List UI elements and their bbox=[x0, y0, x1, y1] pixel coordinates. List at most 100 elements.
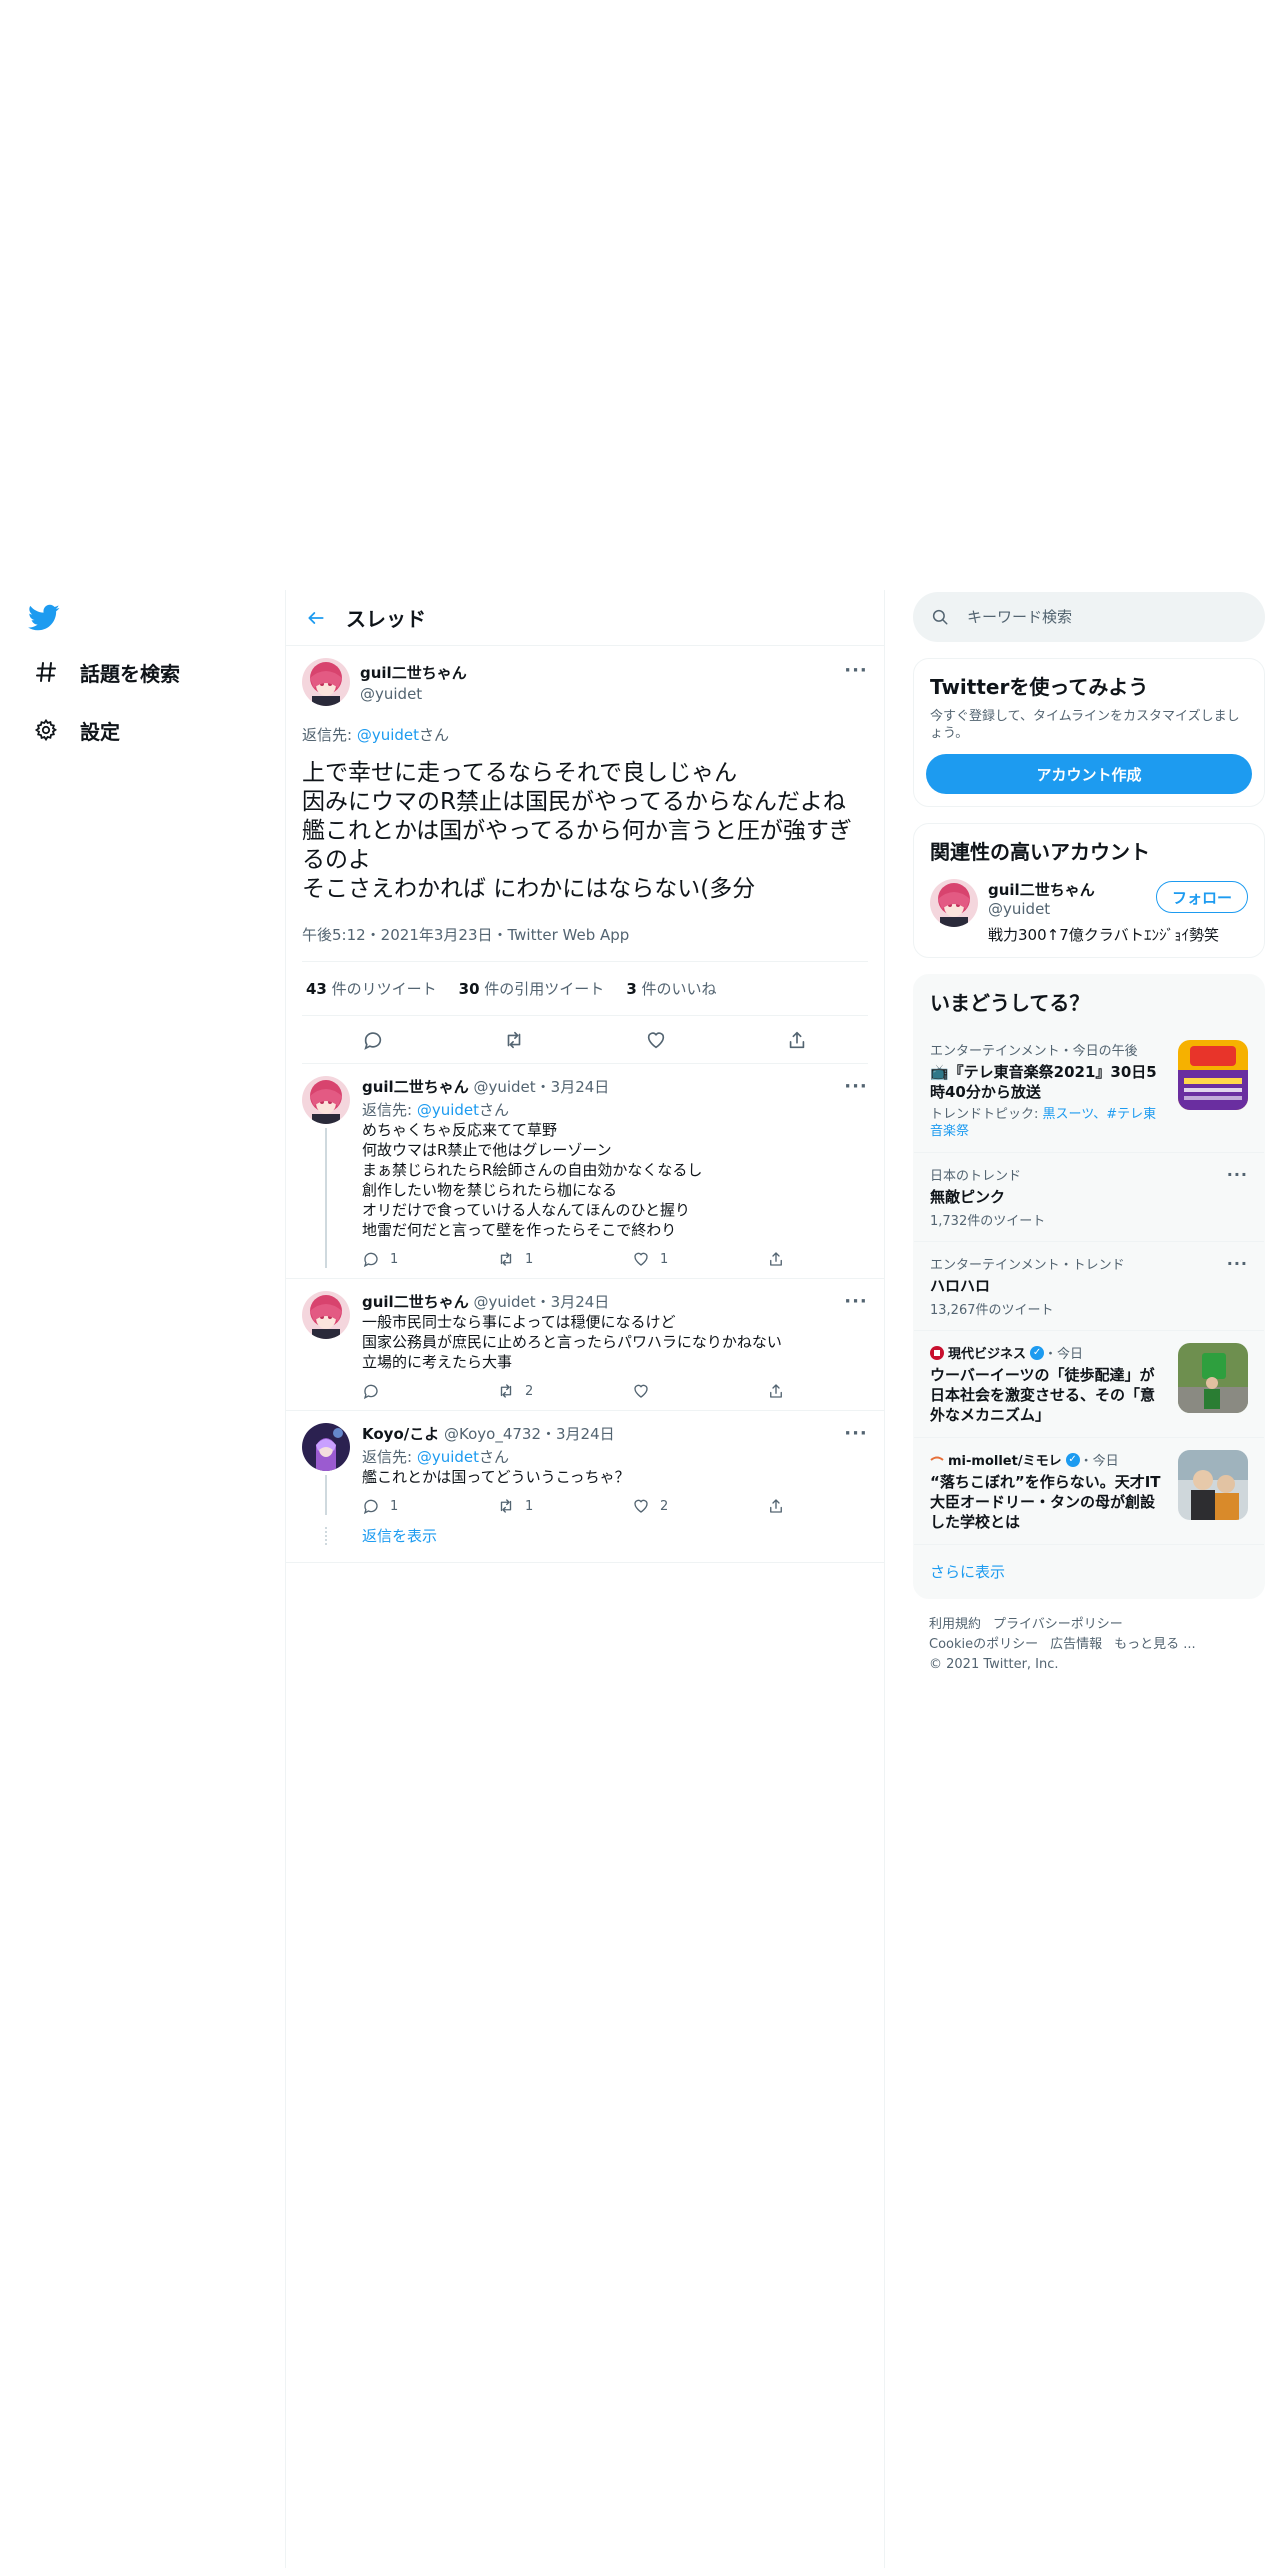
reply-to-handle[interactable]: @yuidet bbox=[417, 1448, 479, 1466]
like-icon[interactable] bbox=[639, 1023, 673, 1057]
author-name[interactable]: guil二世ちゃん bbox=[362, 1293, 469, 1311]
reply-button[interactable] bbox=[362, 1382, 497, 1400]
retweet-button[interactable]: 2 bbox=[497, 1382, 632, 1400]
arrow-left-icon bbox=[308, 611, 324, 624]
news-item[interactable]: 現代ビジネス ✓ ・今日 ウーバーイーツの「徒歩配達」が日本社会を激変させる、その「… bbox=[914, 1330, 1264, 1437]
news-item[interactable]: mi-mollet/ミモレ ✓ ・今日 “落ちこぼれ”を作らない。天才IT大臣オード… bbox=[914, 1437, 1264, 1544]
thread-line bbox=[325, 1128, 327, 1268]
signup-subtext: 今すぐ登録して、タイムラインをカスタマイズしましょう。 bbox=[930, 709, 1240, 741]
hash-icon bbox=[32, 658, 60, 686]
more-options-icon[interactable]: ··· bbox=[844, 1291, 868, 1312]
tweet-meta[interactable]: 午後5:12・2021年3月23日・Twitter Web App bbox=[302, 924, 868, 962]
more-options-icon[interactable]: ··· bbox=[1227, 1254, 1248, 1273]
like-count[interactable]: 3 件のいいね bbox=[626, 978, 716, 999]
trend-item[interactable]: エンターテインメント・今日の午後 📺『テレ東音楽祭2021』30日5時40分から… bbox=[914, 1028, 1264, 1152]
more-options-icon[interactable]: ··· bbox=[844, 660, 868, 681]
retweet-icon bbox=[500, 1499, 512, 1513]
reply-button[interactable]: 1 bbox=[362, 1250, 497, 1268]
share-button[interactable] bbox=[767, 1497, 902, 1515]
reply-to-handle[interactable]: @yuidet bbox=[357, 726, 419, 744]
share-button[interactable] bbox=[767, 1250, 902, 1268]
show-more-link[interactable]: さらに表示 bbox=[914, 1544, 1264, 1598]
retweet-icon[interactable] bbox=[497, 1023, 531, 1057]
reply-tweet[interactable]: ··· guil二世ちゃん @yuidet・3月24日 一般市民同士なら事によっ… bbox=[286, 1279, 884, 1411]
nav-settings[interactable]: 設定 bbox=[32, 710, 120, 750]
twitter-bird-icon[interactable] bbox=[28, 604, 64, 634]
reply-tweet[interactable]: ··· guil二世ちゃん @yuidet・3月24日 返信先: @yuidet… bbox=[286, 1064, 884, 1279]
trend-category: エンターテインメント・今日の午後 bbox=[930, 1044, 1138, 1059]
like-button[interactable]: 2 bbox=[632, 1497, 767, 1515]
footer-link-more[interactable]: もっと見る ... bbox=[1114, 1637, 1196, 1652]
news-source: mi-mollet/ミモレ ✓ ・今日 bbox=[930, 1450, 1162, 1469]
show-replies-link[interactable]: 返信を表示 bbox=[362, 1525, 437, 1546]
retweet-button[interactable]: 1 bbox=[497, 1250, 632, 1268]
verified-icon: ✓ bbox=[1030, 1345, 1045, 1360]
footer-link-terms[interactable]: 利用規約 bbox=[929, 1617, 981, 1632]
tweet-stats: 43 件のリツイート 30 件の引用ツイート 3 件のいいね bbox=[302, 962, 868, 1016]
footer-link-ads[interactable]: 広告情報 bbox=[1050, 1637, 1102, 1652]
author-handle[interactable]: @yuidet bbox=[360, 685, 467, 703]
trend-category: 日本のトレンド bbox=[930, 1169, 1022, 1184]
back-button[interactable] bbox=[288, 590, 344, 646]
footer: 利用規約 プライバシーポリシー Cookieのポリシー 広告情報 もっと見る ... … bbox=[913, 1599, 1265, 1691]
nav-explore[interactable]: 話題を検索 bbox=[32, 652, 180, 692]
publisher-logo-icon bbox=[930, 1345, 944, 1360]
nav-settings-label: 設定 bbox=[80, 719, 120, 744]
reply-to-handle[interactable]: @yuidet bbox=[417, 1101, 479, 1119]
avatar[interactable] bbox=[302, 1423, 350, 1471]
reply-icon bbox=[363, 1252, 378, 1268]
signup-title: Twitterを使ってみよう bbox=[930, 675, 1149, 699]
trend-item[interactable]: ··· エンターテインメント・トレンド ハロハロ 13,267件のツイート bbox=[914, 1241, 1264, 1330]
search-bar[interactable] bbox=[913, 592, 1265, 642]
avatar[interactable] bbox=[302, 658, 350, 706]
like-button[interactable]: 1 bbox=[632, 1250, 767, 1268]
author-name[interactable]: guil二世ちゃん bbox=[362, 1078, 469, 1096]
related-account[interactable]: guil二世ちゃん @yuidet 戦力300↑7億クラバトｴﾝｼﾞｮｲ勢笑 フ… bbox=[914, 877, 1264, 957]
more-options-icon[interactable]: ··· bbox=[844, 1076, 868, 1097]
reply-icon[interactable] bbox=[356, 1023, 390, 1057]
page-title: スレッド bbox=[346, 607, 426, 631]
search-input[interactable] bbox=[967, 608, 1227, 626]
thread-header: スレッド bbox=[286, 590, 884, 646]
footer-link-cookies[interactable]: Cookieのポリシー bbox=[929, 1637, 1038, 1652]
more-options-icon[interactable]: ··· bbox=[844, 1423, 868, 1444]
reply-to-line: 返信先: @yuidetさん bbox=[362, 1101, 510, 1119]
show-replies-row: 返信を表示 bbox=[286, 1519, 884, 1563]
avatar[interactable] bbox=[302, 1076, 350, 1124]
author-name[interactable]: guil二世ちゃん bbox=[360, 662, 467, 683]
tweet-date[interactable]: ・3月24日 bbox=[541, 1425, 615, 1443]
trend-topics: トレンドトピック: 黒スーツ、#テレ東音楽祭 bbox=[930, 1107, 1157, 1139]
create-account-button[interactable]: アカウント作成 bbox=[926, 754, 1252, 794]
footer-link-privacy[interactable]: プライバシーポリシー bbox=[993, 1617, 1123, 1632]
trend-title: 📺『テレ東音楽祭2021』30日5時40分から放送 bbox=[930, 1063, 1157, 1101]
related-title: 関連性の高いアカウント bbox=[930, 840, 1150, 864]
trend-item[interactable]: ··· 日本のトレンド 無敵ピンク 1,732件のツイート bbox=[914, 1152, 1264, 1241]
share-button[interactable] bbox=[767, 1382, 902, 1400]
author-handle[interactable]: @Koyo_4732 bbox=[444, 1425, 541, 1443]
reply-icon bbox=[363, 1384, 378, 1400]
follow-button[interactable]: フォロー bbox=[1156, 881, 1248, 913]
retweet-button[interactable]: 1 bbox=[497, 1497, 632, 1515]
author-handle[interactable]: @yuidet bbox=[473, 1078, 535, 1096]
author-handle[interactable]: @yuidet bbox=[473, 1293, 535, 1311]
reply-tweet[interactable]: ··· Koyo/こよ @Koyo_4732・3月24日 返信先: @yuide… bbox=[286, 1411, 884, 1519]
author-name[interactable]: Koyo/こよ bbox=[362, 1425, 439, 1443]
share-icon[interactable] bbox=[780, 1023, 814, 1057]
tweet-text: 上で幸せに走ってるならそれで良しじゃん 因みにウマのR禁止は国民がやってるからな… bbox=[302, 760, 852, 902]
tweet-actions: 1 1 2 bbox=[362, 1497, 902, 1515]
reply-button[interactable]: 1 bbox=[362, 1497, 497, 1515]
avatar[interactable] bbox=[930, 879, 978, 927]
trend-title: ハロハロ bbox=[930, 1277, 991, 1295]
signup-card: Twitterを使ってみよう 今すぐ登録して、タイムラインをカスタマイズしましょ… bbox=[913, 658, 1265, 807]
more-options-icon[interactable]: ··· bbox=[1227, 1165, 1248, 1184]
like-button[interactable] bbox=[632, 1382, 767, 1400]
reply-to-prefix: 返信先: bbox=[302, 726, 357, 744]
tweet-actions: 1 1 1 bbox=[362, 1250, 902, 1268]
tweet-date[interactable]: ・3月24日 bbox=[536, 1078, 610, 1096]
focal-tweet: ··· guil二世ちゃん @yuidet 返信先: @yuidetさん 上で幸… bbox=[286, 646, 884, 1064]
avatar[interactable] bbox=[302, 1291, 350, 1339]
quote-count[interactable]: 30 件の引用ツイート bbox=[459, 978, 605, 999]
tweet-date[interactable]: ・3月24日 bbox=[536, 1293, 610, 1311]
retweet-icon bbox=[500, 1252, 512, 1266]
retweet-count[interactable]: 43 件のリツイート bbox=[306, 978, 437, 999]
